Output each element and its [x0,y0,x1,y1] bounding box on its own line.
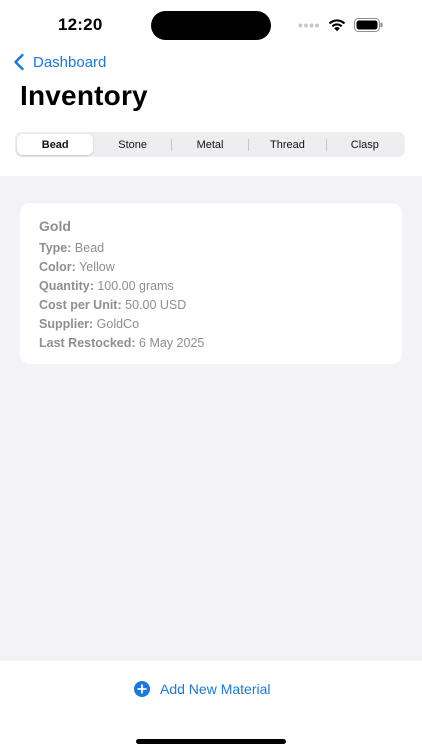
segment-bead[interactable]: Bead [17,134,94,155]
field-value: 50.00 USD [125,298,187,312]
segment-label: Bead [41,138,69,151]
field-value: GoldCo [96,317,140,331]
field-key: Supplier: [39,317,94,331]
wifi-icon [328,19,346,32]
battery-icon [354,18,383,32]
material-type-row: Type: Bead [39,239,383,258]
dynamic-island [151,11,271,40]
plus-circle-icon [134,681,150,697]
field-key: Quantity: [39,279,94,293]
material-quantity-row: Quantity: 100.00 grams [39,277,383,296]
material-color-row: Color: Yellow [39,258,383,277]
bottom-toolbar [0,661,422,750]
cellular-signal-icon [298,23,319,28]
material-supplier-row: Supplier: GoldCo [39,315,383,334]
back-button[interactable]: Dashboard [12,50,106,74]
page-title: Inventory [20,80,148,111]
add-new-material-button[interactable]: Add New Material [134,679,271,699]
field-key: Last Restocked: [39,336,136,350]
field-value: 6 May 2025 [139,336,205,350]
segment-label: Thread [269,138,305,151]
segment-clasp[interactable]: Clasp [327,134,403,155]
status-icons [298,16,388,34]
field-value: Bead [74,241,105,255]
material-cost-row: Cost per Unit: 50.00 USD [39,296,383,315]
home-indicator [136,739,286,744]
back-button-label: Dashboard [33,53,107,71]
segment-metal[interactable]: Metal [172,134,248,155]
add-new-material-label: Add New Material [160,681,271,697]
material-card[interactable]: Gold Type: Bead Color: Yellow Quantity: … [20,203,402,364]
field-value: Yellow [79,260,115,274]
status-time: 12:20 [58,15,103,34]
status-bar: 12:20 [0,0,422,50]
material-type-segmented-control: Bead Stone Metal Thread Clasp [15,132,405,157]
field-key: Cost per Unit: [39,298,122,312]
field-value: 100.00 grams [97,279,174,293]
field-key: Type: [39,241,72,255]
material-restocked-row: Last Restocked: 6 May 2025 [39,334,383,353]
field-key: Color: [39,260,76,274]
segment-stone[interactable]: Stone [94,134,170,155]
material-name: Gold [39,218,71,234]
chevron-left-icon [14,53,24,71]
segment-label: Metal [196,138,224,151]
segment-label: Stone [118,138,147,151]
segment-label: Clasp [350,138,379,151]
segment-thread[interactable]: Thread [249,134,325,155]
